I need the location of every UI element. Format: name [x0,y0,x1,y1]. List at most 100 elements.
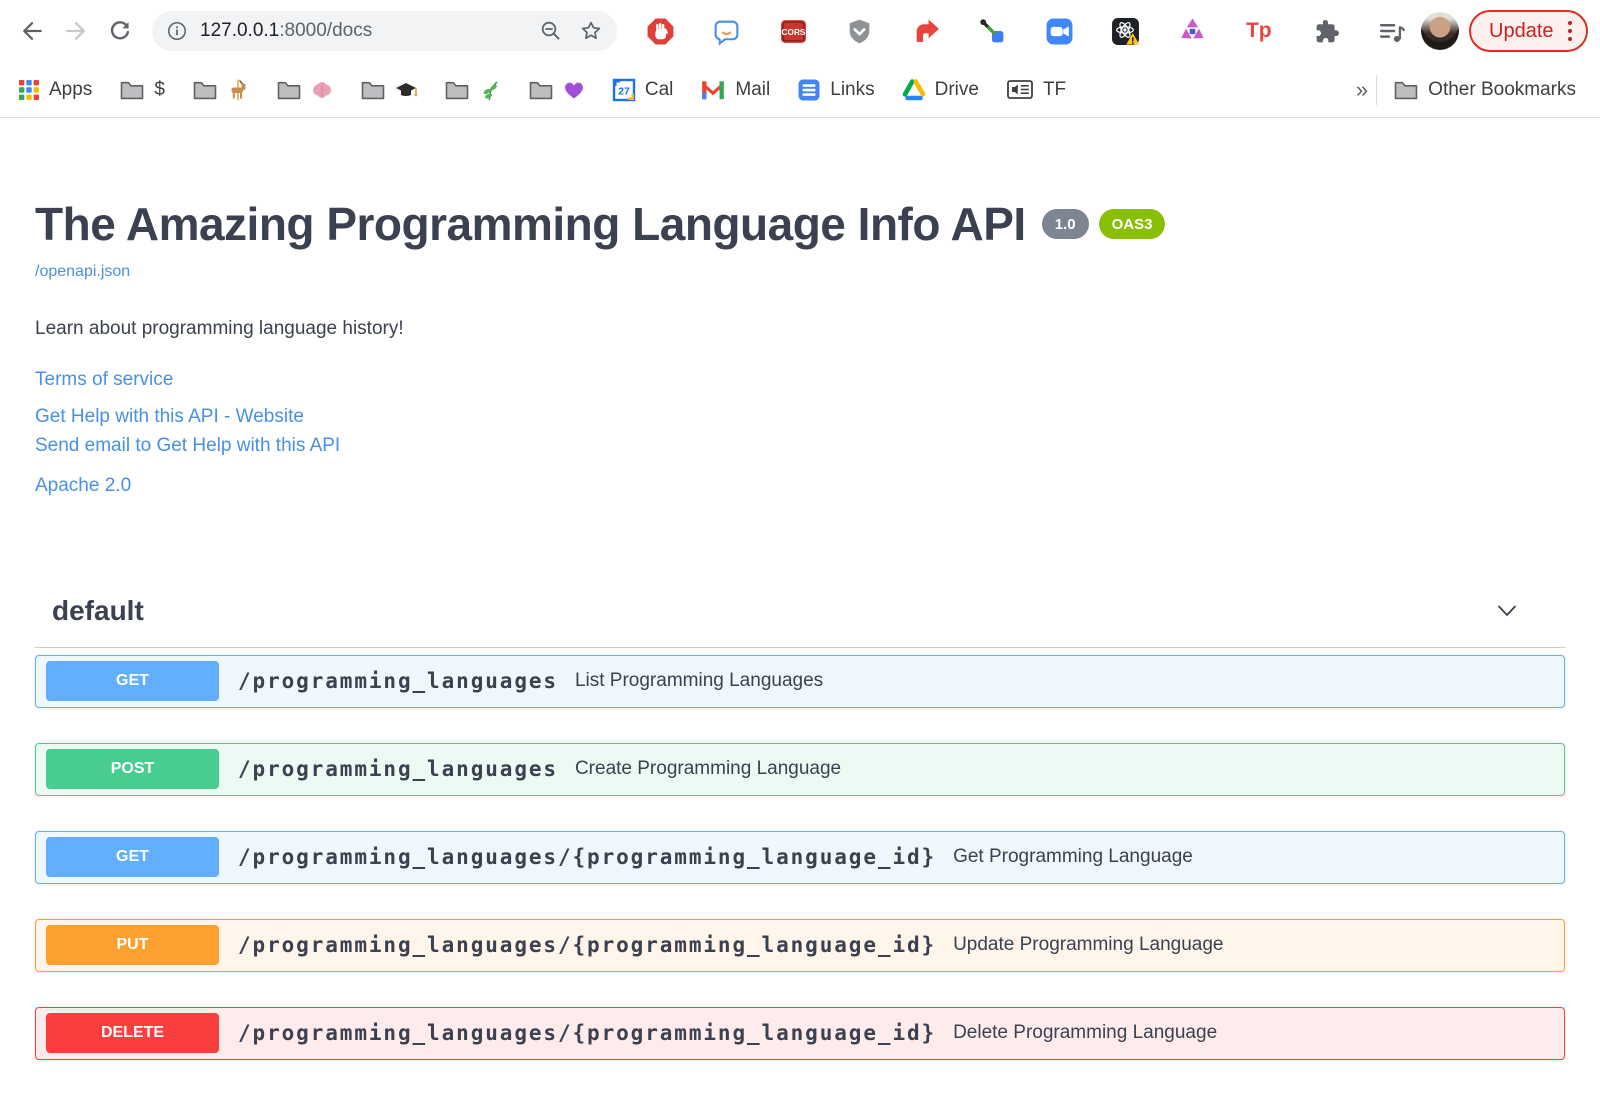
bookmark-star-button[interactable] [579,19,603,43]
bookmark-folder-graduation-cap[interactable] [360,79,417,101]
address-bar[interactable]: 127.0.0.1:8000/docs [152,11,617,51]
bookmarks-bar: Apps $ 27 Cal Mail Links Drive TF » Othe… [0,62,1600,118]
tp-logo: Tp [1245,19,1272,42]
folder-icon [277,81,301,100]
bookmark-folder-purple-heart[interactable] [528,79,585,101]
url-path: :8000/docs [279,20,373,41]
chevron-down-icon[interactable] [1494,598,1520,624]
bookmark-folder-brain[interactable] [276,79,333,101]
purple-heart-icon [564,82,583,98]
endpoint-path: /programming_languages/{programming_lang… [238,933,937,958]
folder-icon [121,81,144,100]
endpoint-summary: List Programming Languages [574,670,824,692]
folder-icon [361,81,385,100]
zoom-level-button[interactable] [539,19,563,43]
method-badge: GET [46,661,219,702]
recycle-extension[interactable] [1177,16,1207,46]
brain-icon [312,81,331,98]
svg-text:CORS: CORS [781,28,805,37]
endpoint-summary: Create Programming Language [574,758,842,780]
chat-extension[interactable] [712,16,742,46]
folder-icon [445,81,469,100]
bookmark-folder-dollar[interactable]: $ [119,79,165,101]
google-calendar-icon: 27 [612,78,636,101]
redirect-extension[interactable] [911,16,941,46]
endpoint-path: /programming_languages [238,757,558,782]
react-atom-warning-icon [1112,17,1140,45]
method-badge: GET [46,837,219,878]
browser-menu-icon[interactable] [1567,20,1572,42]
operations-list: GET /programming_languages List Programm… [35,648,1565,1060]
video-camera-icon [1046,18,1073,44]
endpoint-row[interactable]: GET /programming_languages List Programm… [35,654,1565,708]
media-queue-extension[interactable] [1377,16,1407,46]
cors-extension[interactable]: CORS [778,16,808,46]
speech-bubble-icon [714,20,739,46]
zoom-out-icon [541,21,560,40]
bookmark-calendar[interactable]: 27 Cal [612,78,674,102]
endpoint-summary: Update Programming Language [953,934,1224,956]
bookmark-mail-label: Mail [735,78,771,100]
pocket-extension[interactable] [845,16,875,46]
license-link[interactable]: Apache 2.0 [35,475,131,496]
website-help-link[interactable]: Get Help with this API - Website [35,406,304,427]
profile-avatar[interactable] [1421,12,1459,50]
bookmark-tf-label: TF [1042,78,1067,100]
react-devtools-extension[interactable] [1111,16,1141,46]
graduation-cap-icon [395,82,417,96]
bookmark-tf[interactable]: TF [1006,77,1066,102]
site-info-icon[interactable] [166,20,188,42]
adblock-extension[interactable] [645,16,675,46]
reload-icon [110,21,130,40]
bookmark-folder-herb[interactable] [444,79,501,101]
back-button[interactable] [10,9,54,53]
bookmark-mail[interactable]: Mail [700,79,770,101]
email-help-link[interactable]: Send email to Get Help with this API [35,435,340,456]
endpoint-row[interactable]: POST /programming_languages Create Progr… [35,742,1565,796]
endpoint-row[interactable]: DELETE /programming_languages/{programmi… [35,1006,1565,1060]
chrome-update-button[interactable]: Update [1469,10,1588,52]
bookmark-links[interactable]: Links [797,78,875,102]
default-tag-section: default GET /programming_languages List … [35,579,1565,1060]
endpoint-summary: Get Programming Language [953,846,1193,868]
bookmark-drive[interactable]: Drive [902,79,979,101]
oas3-badge: OAS3 [1098,209,1166,239]
bookmarks-overflow-button[interactable]: » [1356,77,1368,103]
forward-button[interactable] [54,9,98,53]
bookmark-calendar-label: Cal [644,78,674,100]
endpoint-row[interactable]: GET /programming_languages/{programming_… [35,830,1565,884]
url-text[interactable]: 127.0.0.1:8000/docs [200,20,523,42]
section-title: default [52,594,144,626]
extensions-strip: CORS Tp [627,16,1417,46]
bookmark-apps[interactable]: Apps [18,79,92,101]
cors-icon: CORS [780,19,806,43]
color-picker-extension[interactable] [978,16,1008,46]
swagger-ui-page: The Amazing Programming Language Info AP… [0,118,1600,1060]
forward-arrow-icon [66,22,85,40]
tp-extension[interactable]: Tp [1244,16,1274,46]
zoom-extension[interactable] [1044,16,1074,46]
other-bookmarks-button[interactable]: Other Bookmarks [1393,79,1576,101]
bookmarks-divider [1376,74,1378,105]
extensions-menu-button[interactable] [1310,16,1340,46]
puzzle-piece-icon [1316,19,1339,42]
reload-button[interactable] [98,9,142,53]
bookmark-drive-label: Drive [934,78,979,100]
section-header[interactable]: default [35,579,1565,648]
red-arrow-icon [916,19,939,42]
herb-icon [483,81,498,100]
bookmark-folder-carousel-horse[interactable] [192,79,249,101]
page-title: The Amazing Programming Language Info AP… [35,198,1026,250]
folder-icon [1394,81,1418,100]
endpoint-row[interactable]: PUT /programming_languages/{programming_… [35,918,1565,972]
method-badge: PUT [46,925,219,966]
google-drive-icon [902,78,925,100]
bookmark-apps-label: Apps [49,78,93,100]
method-badge: DELETE [46,1013,219,1054]
terms-of-service-link[interactable]: Terms of service [35,369,173,390]
bookmark-folder-dollar-label: $ [154,78,165,100]
svg-text:27: 27 [618,85,630,97]
gmail-icon [702,80,725,99]
openapi-spec-link[interactable]: /openapi.json [35,263,130,281]
shield-check-icon [849,19,870,43]
